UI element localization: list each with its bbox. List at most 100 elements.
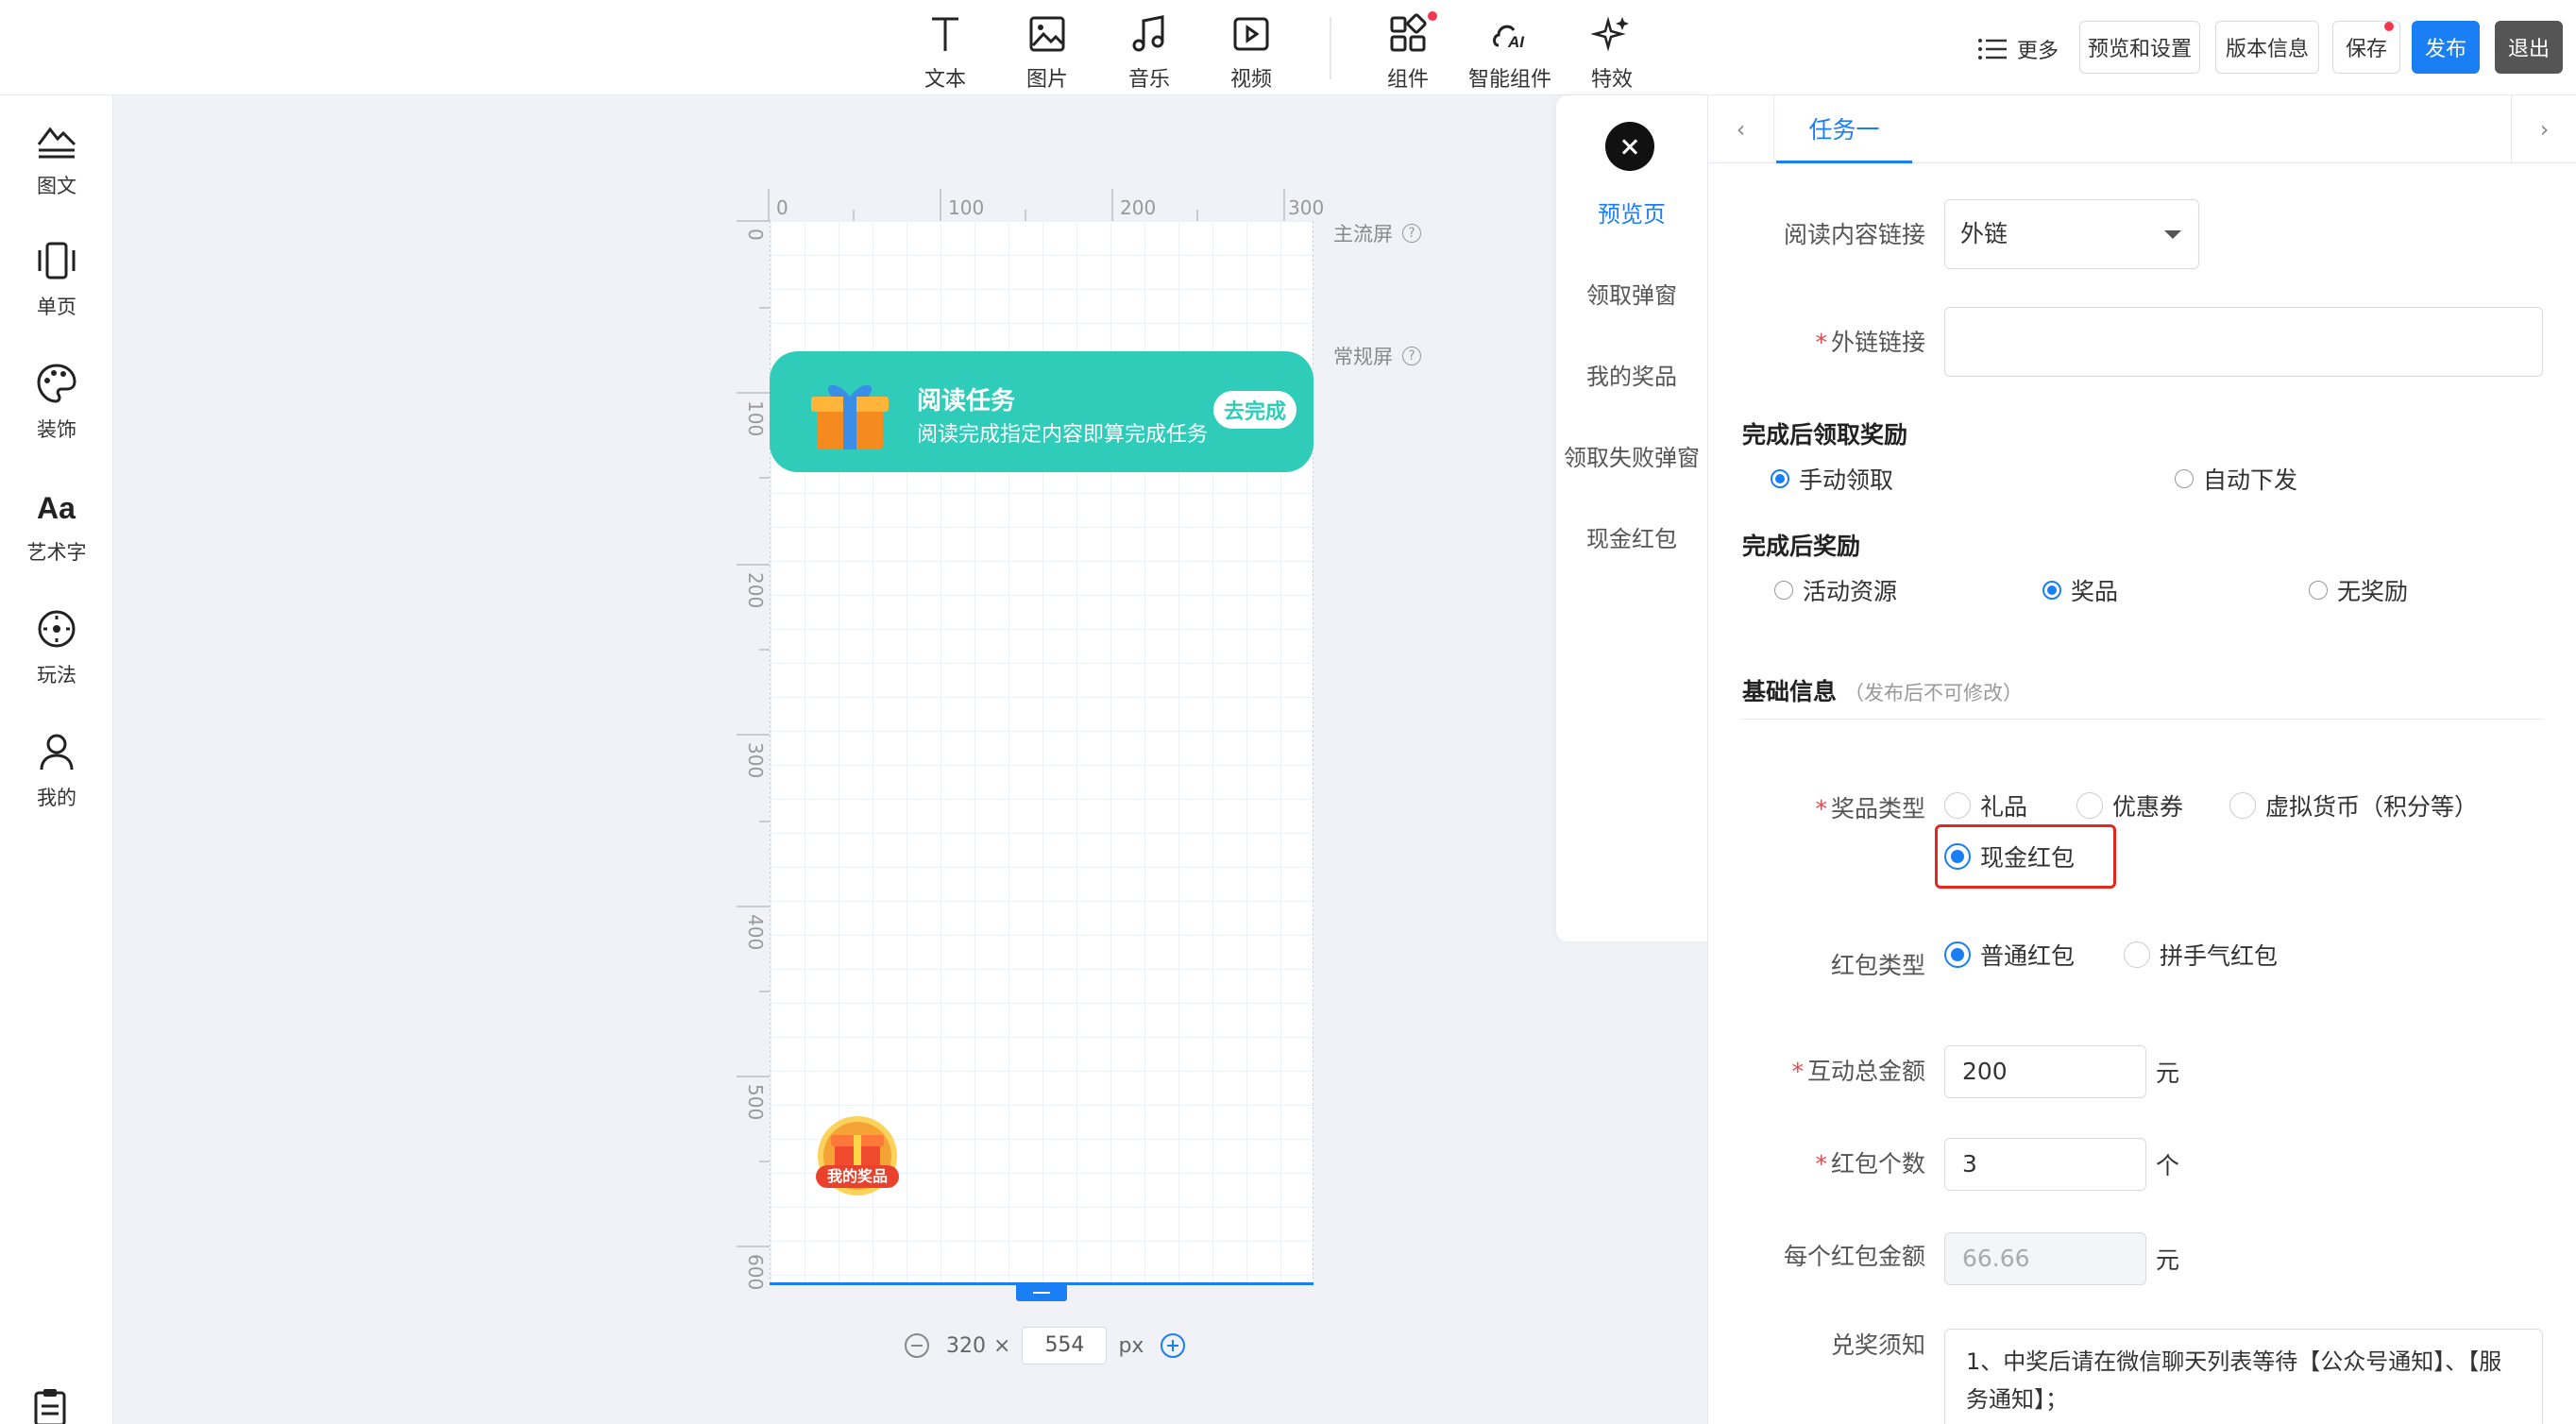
ruler-label: 200 xyxy=(744,572,767,609)
canvas-width: 320 xyxy=(946,1333,986,1358)
ruler-label: 0 xyxy=(744,229,767,241)
prize-type-label: * 奖品类型 xyxy=(1815,795,1925,822)
total-amount-label: * 互动总金额 xyxy=(1791,1058,1925,1085)
radio-auto-issue[interactable]: 自动下发 xyxy=(2175,462,2297,496)
notification-dot xyxy=(1428,11,1437,21)
preview-settings-button[interactable]: 预览和设置 xyxy=(2079,21,2200,74)
sidebar-item-single-page[interactable]: 单页 xyxy=(0,239,113,343)
claim-section-title: 完成后领取奖励 xyxy=(1742,421,1908,449)
close-icon[interactable] xyxy=(1605,122,1654,171)
ai-component-tool-label: 智能组件 xyxy=(1467,68,1551,92)
radio-no-reward[interactable]: 无奖励 xyxy=(2309,573,2408,607)
palette-icon xyxy=(37,364,76,403)
external-link-label-text: 外链链接 xyxy=(1830,329,1925,356)
radio-lucky-redpacket[interactable]: 拼手气红包 xyxy=(2124,938,2278,972)
total-amount-input[interactable]: 200 xyxy=(1944,1045,2146,1098)
text-tool[interactable]: 文本 xyxy=(893,9,997,92)
canvas-resize-handle[interactable] xyxy=(1016,1284,1067,1301)
radio-label: 活动资源 xyxy=(1803,578,1898,605)
sidebar-item-mine[interactable]: 我的 xyxy=(0,730,113,834)
radio-dot xyxy=(2175,469,2194,488)
redpacket-count-input[interactable]: 3 xyxy=(1944,1138,2146,1191)
radio-normal-redpacket[interactable]: 普通红包 xyxy=(1944,938,2075,972)
image-icon xyxy=(1029,16,1065,52)
go-complete-button[interactable]: 去完成 xyxy=(1213,391,1296,429)
radio-prize-coupon[interactable]: 优惠券 xyxy=(2076,788,2183,822)
radio-prize-virtual-currency[interactable]: 虚拟货币（积分等） xyxy=(2229,788,2478,822)
page-item-my-prizes[interactable]: 我的奖品 xyxy=(1556,358,1707,391)
yuan-unit: 元 xyxy=(2156,1246,2180,1274)
image-tool[interactable]: 图片 xyxy=(995,9,1099,92)
components-tool[interactable]: 组件 xyxy=(1356,9,1460,92)
read-task-banner[interactable]: 阅读任务 阅读完成指定内容即算完成任务 去完成 xyxy=(770,351,1313,472)
page-item-cash-redpacket[interactable]: 现金红包 xyxy=(1556,520,1707,553)
zoom-out-icon[interactable] xyxy=(905,1333,929,1358)
radio-manual-claim[interactable]: 手动领取 xyxy=(1771,462,1893,496)
version-info-button[interactable]: 版本信息 xyxy=(2215,21,2319,74)
sidebar-item-graphic-text[interactable]: 图文 xyxy=(0,118,113,222)
music-icon xyxy=(1132,15,1164,52)
ai-component-tool[interactable]: AI 智能组件 xyxy=(1458,9,1562,92)
redpacket-type-label: 红包类型 xyxy=(1830,952,1925,979)
music-tool-label: 音乐 xyxy=(1127,68,1170,92)
ruler-label: 300 xyxy=(1288,196,1325,219)
chevron-left-icon: ‹ xyxy=(1736,116,1746,143)
radio-prize[interactable]: 奖品 xyxy=(2042,573,2118,607)
tab-task-one[interactable]: 任务一 xyxy=(1776,95,1912,163)
tab-prev-button[interactable]: ‹ xyxy=(1708,95,1774,163)
tab-next-button[interactable]: › xyxy=(2511,95,2576,163)
external-link-input[interactable] xyxy=(1944,307,2543,377)
basic-info-note: （发布后不可修改） xyxy=(1844,682,2024,704)
image-tool-label: 图片 xyxy=(1025,68,1068,92)
caret-down-icon xyxy=(2164,230,2181,239)
help-icon[interactable]: ? xyxy=(1402,347,1421,365)
sidebar-item-label: 艺术字 xyxy=(26,541,87,564)
radio-dot xyxy=(2309,581,2328,600)
ruler-label: 600 xyxy=(744,1254,767,1291)
each-amount-label: 每个红包金额 xyxy=(1783,1243,1925,1270)
radio-label: 无奖励 xyxy=(2337,578,2409,605)
sidebar-item-art-text[interactable]: Aa 艺术字 xyxy=(0,484,113,588)
radio-label: 优惠券 xyxy=(2112,793,2184,821)
more-label: 更多 xyxy=(2017,40,2059,63)
video-tool[interactable]: 视频 xyxy=(1199,9,1303,92)
ruler-label: 500 xyxy=(744,1084,767,1121)
vertical-ruler: 0 100 200 300 400 500 600 xyxy=(737,217,771,1290)
zoom-in-icon[interactable] xyxy=(1161,1333,1186,1358)
my-prize-float-button[interactable]: 我的奖品 xyxy=(812,1112,903,1199)
ruler-label: 200 xyxy=(1120,196,1157,219)
radio-dot xyxy=(2124,941,2150,968)
save-label: 保存 xyxy=(2345,38,2387,61)
art-text-icon: Aa xyxy=(37,491,76,525)
count-unit: 个 xyxy=(2156,1152,2180,1179)
more-menu[interactable]: 更多 xyxy=(1977,30,2059,68)
clipboard-icon[interactable] xyxy=(30,1387,72,1424)
horizontal-ruler: 0 100 200 300 xyxy=(742,189,1328,221)
components-icon xyxy=(1390,13,1427,52)
ai-component-icon: AI xyxy=(1493,25,1525,51)
sidebar-item-label: 装饰 xyxy=(37,418,76,441)
sidebar-item-gameplay[interactable]: 玩法 xyxy=(0,607,113,711)
effects-tool-label: 特效 xyxy=(1590,68,1633,92)
ruler-label: 100 xyxy=(744,400,767,437)
notice-textarea[interactable]: 1、中奖后请在微信聊天列表等待【公众号通知】、【服务通知】； 2、收到通知后需进… xyxy=(1944,1329,2543,1424)
effects-tool[interactable]: 特效 xyxy=(1560,9,1664,92)
radio-prize-gift[interactable]: 礼品 xyxy=(1944,788,2027,822)
yuan-unit: 元 xyxy=(2156,1060,2180,1087)
help-icon[interactable]: ? xyxy=(1402,224,1421,243)
toolbar-divider xyxy=(1330,17,1331,79)
read-link-select[interactable]: 外链 xyxy=(1944,199,2199,269)
save-button[interactable]: 保存 xyxy=(2332,21,2400,74)
sidebar-item-decoration[interactable]: 装饰 xyxy=(0,362,113,466)
radio-activity-resource[interactable]: 活动资源 xyxy=(1774,573,1897,607)
page-item-preview[interactable]: 预览页 xyxy=(1556,195,1707,229)
canvas-height-input[interactable]: 554 xyxy=(1022,1327,1108,1365)
exit-button[interactable]: 退出 xyxy=(2495,21,2563,74)
page-item-claim-failed-popup[interactable]: 领取失败弹窗 xyxy=(1556,439,1707,472)
music-tool[interactable]: 音乐 xyxy=(1097,9,1201,92)
radio-dot xyxy=(2229,792,2256,819)
radio-label: 普通红包 xyxy=(1980,942,2076,970)
page-list-panel: 预览页 领取弹窗 我的奖品 领取失败弹窗 现金红包 xyxy=(1556,95,1707,941)
publish-button[interactable]: 发布 xyxy=(2412,21,2480,74)
page-item-claim-popup[interactable]: 领取弹窗 xyxy=(1556,277,1707,310)
